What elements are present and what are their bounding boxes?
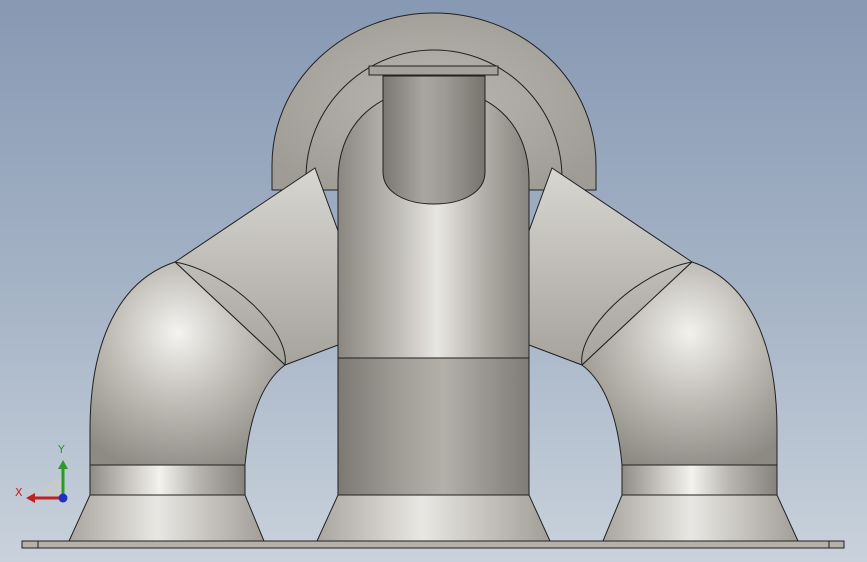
base-plate[interactable] [21,540,845,549]
top-outlet-pipe[interactable] [382,75,486,205]
axis-y-label: Y [58,443,65,456]
center-foot-flare[interactable] [316,494,551,542]
graphics-viewport[interactable]: X Y [0,0,867,562]
right-pipe-band[interactable] [621,464,778,496]
axis-x-label: X [15,486,23,499]
center-body-lower[interactable] [337,357,530,496]
axis-triad [26,460,68,503]
top-outlet-flange[interactable] [368,65,499,76]
left-foot-flare[interactable] [68,494,265,542]
pipe-manifold-model[interactable] [0,0,867,562]
right-foot-flare[interactable] [602,494,799,542]
left-pipe-band[interactable] [89,464,246,496]
